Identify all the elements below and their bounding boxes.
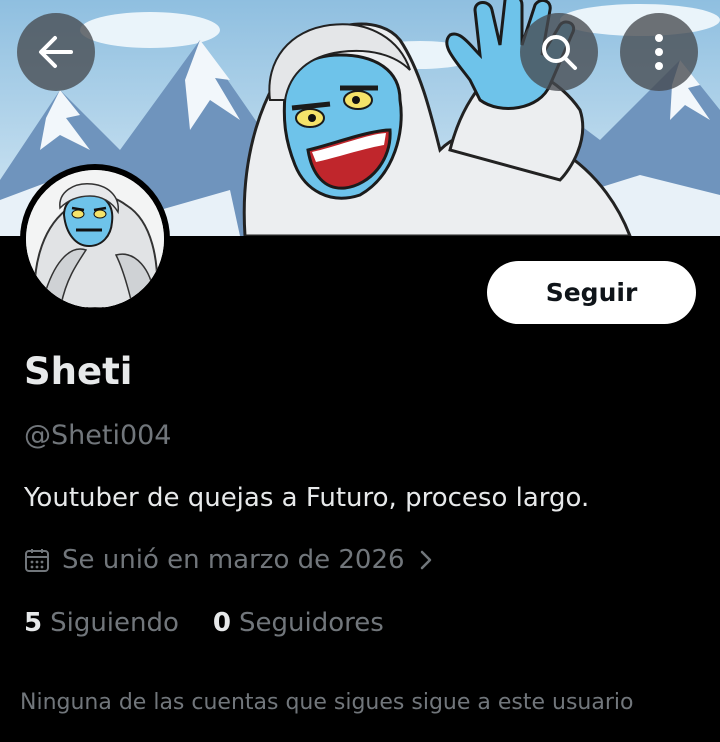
mutual-followers-note: Ninguna de las cuentas que sigues sigue … [20, 690, 634, 715]
follow-button[interactable]: Seguir [487, 261, 696, 324]
profile-bio: Youtuber de quejas a Futuro, proceso lar… [24, 483, 590, 513]
followers-label: Seguidores [239, 608, 384, 638]
more-options-button[interactable] [620, 13, 698, 91]
display-name: Sheti [24, 350, 133, 393]
following-label: Siguiendo [50, 608, 179, 638]
join-date-row[interactable]: Se unió en marzo de 2026 [24, 545, 433, 575]
back-button[interactable] [17, 13, 95, 91]
avatar-image [26, 170, 164, 308]
calendar-icon [25, 549, 49, 572]
follow-stats: 5 Siguiendo 0 Seguidores [24, 608, 384, 638]
following-link[interactable]: 5 Siguiendo [24, 608, 179, 638]
yeti-avatar-icon [26, 170, 164, 308]
more-vertical-icon [655, 34, 663, 70]
arrow-left-icon [39, 36, 73, 68]
avatar[interactable] [20, 164, 170, 314]
followers-count: 0 [212, 608, 232, 638]
search-icon [542, 35, 577, 70]
search-button[interactable] [520, 13, 598, 91]
username-handle: @Sheti004 [24, 420, 172, 451]
join-date-text: Se unió en marzo de 2026 [62, 545, 405, 575]
followers-link[interactable]: 0 Seguidores [213, 608, 384, 638]
chevron-right-icon [420, 550, 431, 570]
following-count: 5 [24, 608, 43, 638]
